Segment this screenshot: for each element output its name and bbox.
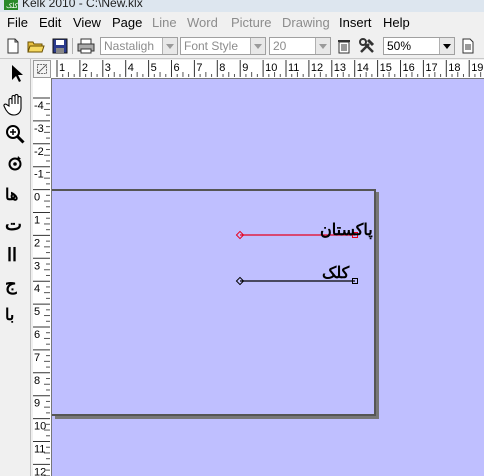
svg-text:با: با (5, 305, 14, 324)
ruler-label: 19 (471, 62, 483, 74)
trash-icon[interactable] (335, 37, 353, 55)
ruler-label: 9 (242, 62, 248, 74)
zoom-tool-icon[interactable] (3, 121, 27, 147)
ruler-label: 1 (34, 215, 40, 227)
menu-line[interactable]: Line (152, 15, 177, 30)
ruler-label: 4 (34, 283, 40, 295)
ruler-label: 10 (34, 421, 46, 433)
ruler-label: 9 (34, 398, 40, 410)
ruler-label: -2 (34, 146, 44, 158)
font-size-value: 20 (273, 39, 287, 53)
ruler-label: 5 (151, 62, 157, 74)
ruler-label: 8 (219, 62, 225, 74)
ruler-label: 18 (448, 62, 460, 74)
chevron-down-icon[interactable] (250, 38, 265, 54)
alif-letters-tool-icon[interactable]: اا (3, 241, 27, 267)
font-style-value: Font Style (184, 39, 239, 53)
drawing-overlay (235, 230, 358, 286)
menu-page[interactable]: Page (112, 15, 142, 30)
app-icon: کلک (4, 0, 18, 10)
ruler-label: 15 (380, 62, 392, 74)
ruler-label: 8 (34, 375, 40, 387)
ruler-label: 17 (425, 62, 437, 74)
ruler-label: 7 (34, 352, 40, 364)
ruler-corner-icon[interactable] (33, 60, 51, 78)
ruler-label: 14 (357, 62, 369, 74)
window-title: Kelk 2010 - C:\New.klx (22, 0, 143, 10)
rotate-tool-icon[interactable] (3, 151, 27, 177)
ruler-label: 2 (82, 62, 88, 74)
ruler-label: 13 (334, 62, 346, 74)
ruler-label: 12 (311, 62, 323, 74)
ruler-label: 1 (59, 62, 65, 74)
ruler-label: 5 (34, 306, 40, 318)
jeem-letter-tool-icon[interactable]: ج (3, 271, 27, 297)
ba-alif-tool-icon[interactable]: با (3, 301, 27, 327)
hand-tool-icon[interactable] (3, 92, 27, 118)
menu-help[interactable]: Help (383, 15, 410, 30)
tools-icon[interactable] (358, 37, 376, 55)
menu-drawing[interactable]: Drawing (282, 15, 330, 30)
font-size-select[interactable]: 20 (269, 37, 331, 55)
menu-edit[interactable]: Edit (39, 15, 61, 30)
ruler-label: 7 (196, 62, 202, 74)
font-name-select[interactable]: Nastaligh (100, 37, 178, 55)
toolbar-overflow-icon[interactable] (478, 37, 484, 55)
tool-palette: ھا ت اا ج با (0, 59, 31, 476)
chevron-down-icon[interactable] (439, 38, 454, 54)
menu-bar: File Edit View Page Line Word Picture Dr… (0, 13, 484, 33)
zoom-value: 50% (387, 39, 412, 53)
chevron-down-icon[interactable] (315, 38, 330, 54)
document-canvas[interactable]: پاکستان کلک (52, 79, 484, 476)
ruler-label: 3 (34, 260, 40, 272)
toolbar-separator (72, 38, 73, 54)
font-name-value: Nastaligh (104, 39, 155, 53)
te-letter-tool-icon[interactable]: ت (3, 211, 27, 237)
svg-text:اا: اا (7, 245, 17, 266)
urdu-text-line-2[interactable]: کلک (322, 263, 349, 282)
chevron-down-icon[interactable] (162, 38, 177, 54)
ruler-label: 16 (403, 62, 415, 74)
title-bar: کلک Kelk 2010 - C:\New.klx (0, 0, 484, 12)
open-icon[interactable] (27, 37, 45, 55)
vertical-ruler: -4 -3 -2 -1 0 1 2 3 4 5 6 7 8 9 10 11 12 (33, 78, 52, 476)
horizontal-ruler: 1 2 3 4 5 6 7 8 9 10 11 12 13 14 15 16 17 18 19 (51, 60, 484, 79)
urdu-text-line-1[interactable]: پاکستان (320, 220, 373, 239)
toolbar: Nastaligh Font Style 20 50% (0, 34, 484, 59)
svg-text:ج: ج (5, 274, 17, 295)
ruler-label: -4 (34, 100, 44, 112)
save-icon[interactable] (51, 37, 69, 55)
new-icon[interactable] (4, 37, 22, 55)
ruler-label: -1 (34, 169, 44, 181)
ruler-label: 0 (34, 192, 40, 204)
ruler-label: 6 (174, 62, 180, 74)
menu-picture[interactable]: Picture (231, 15, 271, 30)
menu-view[interactable]: View (73, 15, 101, 30)
ruler-label: 3 (105, 62, 111, 74)
print-icon[interactable] (77, 37, 95, 55)
menu-file[interactable]: File (7, 15, 28, 30)
svg-text:ت: ت (5, 214, 22, 235)
svg-text:کلک: کلک (6, 2, 18, 10)
font-style-select[interactable]: Font Style (180, 37, 266, 55)
pointer-tool-icon[interactable] (3, 61, 27, 87)
menu-word[interactable]: Word (187, 15, 218, 30)
ha-letters-tool-icon[interactable]: ھا (3, 181, 27, 207)
svg-text:ھا: ھا (5, 185, 18, 204)
ruler-label: 12 (34, 466, 46, 476)
zoom-select[interactable]: 50% (383, 37, 455, 55)
menu-insert[interactable]: Insert (339, 15, 372, 30)
ruler-label: -3 (34, 123, 44, 135)
page-icon[interactable] (459, 37, 477, 55)
ruler-label: 4 (128, 62, 134, 74)
ruler-label: 10 (265, 62, 277, 74)
ruler-label: 11 (34, 444, 45, 456)
ruler-label: 2 (34, 237, 40, 249)
ruler-label: 6 (34, 329, 40, 341)
